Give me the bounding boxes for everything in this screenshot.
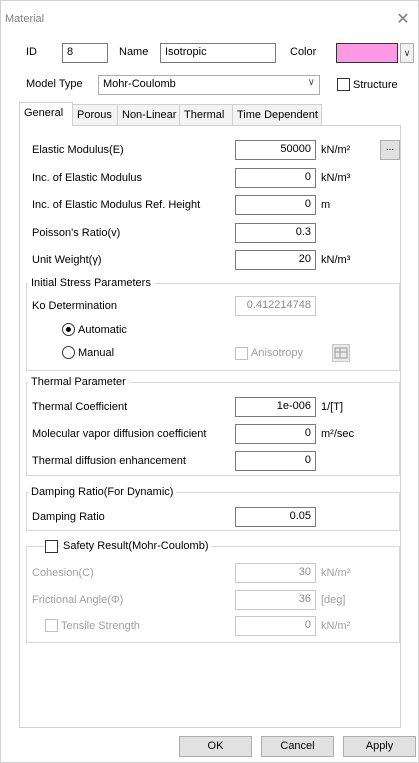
model-type-value: Mohr-Coulomb [103,78,176,90]
structure-checkbox[interactable] [337,78,350,91]
ref-height-unit: m [321,199,331,211]
cohesion-field: 30 [235,563,316,583]
tab-time-dependent[interactable]: Time Dependent [232,104,322,125]
safety-title: Safety Result(Mohr-Coulomb) [60,540,212,552]
table-icon [334,347,348,359]
manual-label: Manual [78,347,115,359]
frictional-angle-unit: [deg] [321,594,346,606]
window-title: Material [5,13,45,25]
thermal-title: Thermal Parameter [28,376,129,388]
anisotropy-settings-icon[interactable] [332,344,350,362]
tensile-strength-label: Tensile Strength [61,620,140,632]
poissons-ratio-field[interactable]: 0.3 [235,223,316,243]
model-type-select[interactable]: Mohr-Coulomb ∨ [98,75,320,95]
tab-thermal[interactable]: Thermal [179,104,233,125]
thermal-coefficient-unit: 1/[T] [321,401,344,413]
damping-ratio-label: Damping Ratio [32,511,105,523]
title-bar: Material ✕ [1,1,418,35]
damping-ratio-field[interactable]: 0.05 [235,507,316,527]
ko-field: 0.412214748 [235,296,316,316]
chevron-down-icon: ∨ [403,48,411,58]
cancel-button[interactable]: Cancel [261,736,334,757]
apply-button[interactable]: Apply [343,736,416,757]
thermal-coefficient-label: Thermal Coefficient [32,401,128,413]
color-dropdown-button[interactable]: ∨ [400,43,414,63]
manual-radio[interactable] [62,346,75,359]
tab-general[interactable]: General [19,102,73,126]
anisotropy-checkbox[interactable] [235,347,248,360]
name-field[interactable]: Isotropic [160,43,276,63]
tensile-strength-checkbox[interactable] [45,619,58,632]
initial-stress-title: Initial Stress Parameters [28,277,154,289]
inc-elastic-modulus-field[interactable]: 0 [235,168,316,188]
id-field[interactable]: 8 [62,43,108,63]
tensile-strength-field: 0 [235,616,316,636]
ko-label: Ko Determination [32,300,117,312]
poissons-ratio-label: Poisson's Ratio(v) [32,227,121,239]
ref-height-field[interactable]: 0 [235,195,316,215]
cohesion-unit: kN/m² [321,567,351,579]
frictional-angle-field: 36 [235,590,316,610]
ref-height-label: Inc. of Elastic Modulus Ref. Height [32,199,201,211]
model-type-label: Model Type [26,78,83,90]
ok-button[interactable]: OK [179,736,252,757]
inc-elastic-modulus-label: Inc. of Elastic Modulus [32,172,143,184]
automatic-label: Automatic [78,324,127,336]
unit-weight-unit: kN/m³ [321,254,351,266]
elastic-modulus-field[interactable]: 50000 [235,140,316,160]
color-label: Color [290,46,317,58]
more-button[interactable]: ... [380,140,400,160]
automatic-radio[interactable] [62,323,75,336]
unit-weight-label: Unit Weight(γ) [32,254,102,266]
id-label: ID [26,46,37,58]
thermal-coefficient-field[interactable]: 1e-006 [235,397,316,417]
tab-non-linear[interactable]: Non-Linear [117,104,180,125]
vapor-diffusion-label: Molecular vapor diffusion coefficient [32,428,207,440]
diffusion-enhancement-field[interactable]: 0 [235,451,316,471]
chevron-down-icon: ∨ [307,77,315,88]
damping-title: Damping Ratio(For Dynamic) [28,486,177,498]
anisotropy-label: Anisotropy [251,347,303,359]
vapor-diffusion-unit: m²/sec [321,428,354,440]
vapor-diffusion-field[interactable]: 0 [235,424,316,444]
tensile-strength-unit: kN/m² [321,620,351,632]
color-swatch[interactable] [336,43,398,63]
radio-dot [66,327,71,332]
unit-weight-field[interactable]: 20 [235,250,316,270]
elastic-modulus-unit: kN/m² [321,144,351,156]
safety-result-checkbox[interactable] [45,540,58,553]
diffusion-enhancement-label: Thermal diffusion enhancement [32,455,186,467]
frictional-angle-label: Frictional Angle(Φ) [32,594,124,606]
inc-elastic-modulus-unit: kN/m³ [321,172,351,184]
elastic-modulus-label: Elastic Modulus(E) [32,144,124,156]
close-icon[interactable]: ✕ [392,9,414,31]
material-dialog: Material ✕ ID 8 Name Isotropic Color ∨ M… [0,0,419,763]
tab-porous[interactable]: Porous [72,104,118,125]
structure-label: Structure [353,79,398,91]
name-label: Name [119,46,149,58]
cohesion-label: Cohesion(C) [32,567,94,579]
